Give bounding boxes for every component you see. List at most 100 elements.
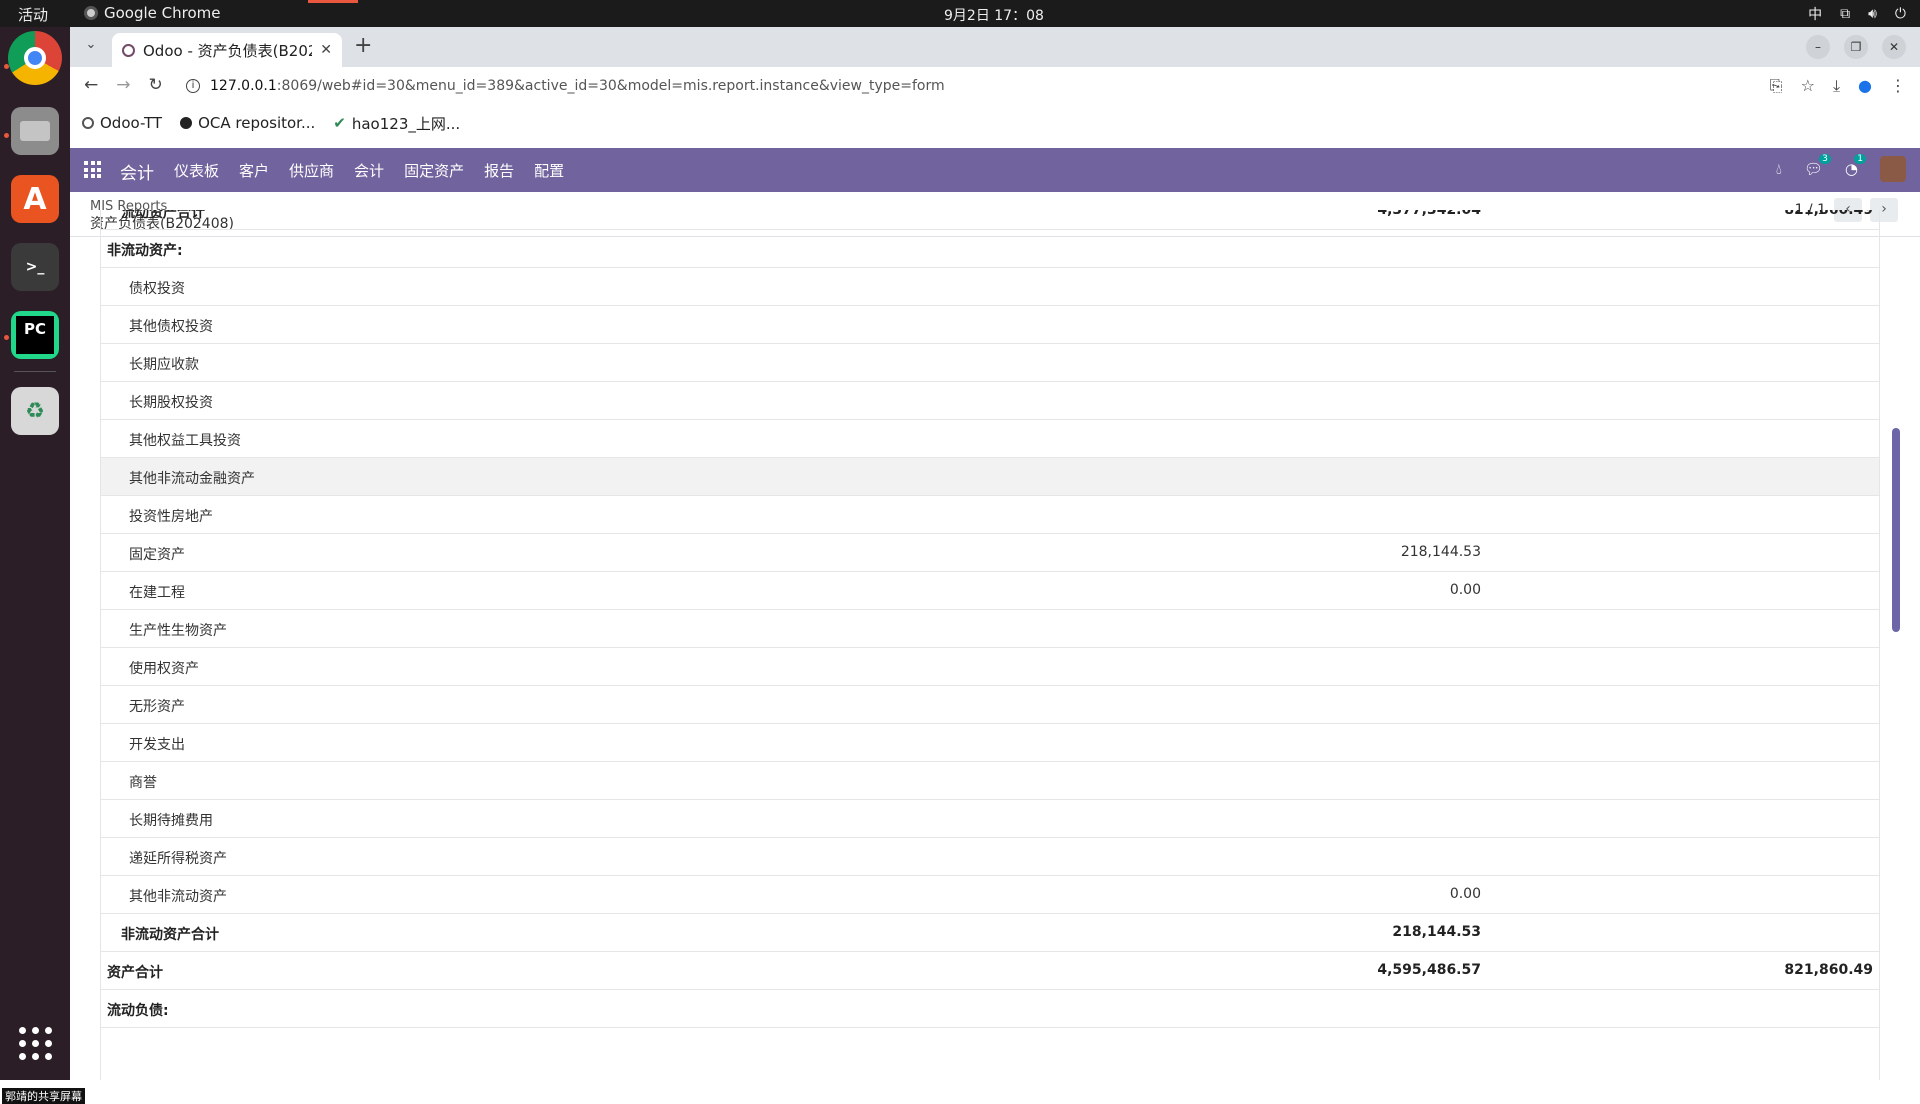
install-app-icon[interactable]: ⎘	[1770, 76, 1783, 96]
report-row[interactable]: 流动负债:	[101, 990, 1879, 1028]
row-label: 商誉	[129, 775, 157, 791]
menu-reporting[interactable]: 报告	[484, 160, 514, 181]
report-row[interactable]: 长期待摊费用	[101, 800, 1879, 838]
report-row[interactable]: 生产性生物资产	[101, 610, 1879, 648]
bookmark-label: OCA repositor...	[198, 114, 316, 132]
value-period-1[interactable]: 0.00	[1450, 886, 1481, 902]
value-period-2[interactable]: 821,860.49	[1784, 210, 1873, 218]
running-indicator	[4, 335, 9, 340]
url-text[interactable]: 127.0.0.1:8069/web#id=30&menu_id=389&act…	[210, 78, 945, 94]
address-bar[interactable]: i 127.0.0.1:8069/web#id=30&menu_id=389&a…	[186, 71, 1766, 101]
report-row[interactable]: 长期股权投资	[101, 382, 1879, 420]
report-row[interactable]: 其他权益工具投资	[101, 420, 1879, 458]
tab-strip: ⌄ Odoo - 资产负债表(B202 ✕ + – ❐ ✕	[70, 27, 1920, 67]
menu-accounting[interactable]: 会计	[354, 160, 384, 181]
menu-fixed-assets[interactable]: 固定资产	[404, 160, 464, 181]
profile-icon[interactable]: ●	[1858, 76, 1872, 96]
network-icon: ⧉	[1840, 6, 1851, 22]
debug-drop-icon[interactable]: 💧︎	[1776, 160, 1782, 178]
bookmark-star-icon[interactable]: ☆	[1801, 76, 1815, 96]
apps-menu-icon[interactable]	[84, 161, 102, 179]
app-center-icon[interactable]: A	[11, 175, 59, 223]
pycharm-icon[interactable]: PC	[11, 311, 59, 359]
menu-vendors[interactable]: 供应商	[289, 160, 334, 181]
report-row[interactable]: 长期应收款	[101, 344, 1879, 382]
value-period-2[interactable]: 821,860.49	[1784, 962, 1873, 978]
report-row[interactable]: 无形资产	[101, 686, 1879, 724]
input-method-indicator[interactable]: 中	[1808, 4, 1822, 24]
site-info-icon[interactable]: i	[186, 79, 200, 93]
close-icon[interactable]: ✕	[1882, 35, 1906, 59]
report-row[interactable]: 开发支出	[101, 724, 1879, 762]
bookmark-hao123[interactable]: ✔ hao123_上网...	[333, 113, 460, 134]
download-icon[interactable]: ⤓	[1833, 76, 1840, 96]
report-row[interactable]: 资产合计 4,595,486.57 821,860.49	[101, 952, 1879, 990]
system-top-bar: 活动 Google Chrome 9月2日 17：08 中 ⧉ 🔊︎ ⏻	[0, 0, 1920, 27]
user-avatar[interactable]	[1880, 156, 1906, 182]
restore-icon[interactable]: ❐	[1844, 35, 1868, 59]
show-apps-button[interactable]	[19, 1027, 52, 1060]
activities-icon[interactable]: ◔ 1	[1845, 154, 1866, 178]
menu-kebab-icon[interactable]: ⋮	[1890, 76, 1906, 96]
system-tray[interactable]: 中 ⧉ 🔊︎ ⏻	[1808, 4, 1906, 24]
menu-configuration[interactable]: 配置	[534, 160, 564, 181]
main-menu: 仪表板 客户 供应商 会计 固定资产 报告 配置	[174, 160, 564, 181]
tab-search-button[interactable]: ⌄	[80, 37, 102, 59]
value-period-1[interactable]: 4,377,342.04	[1377, 210, 1481, 218]
clock[interactable]: 9月2日 17：08	[944, 5, 1044, 25]
report-row[interactable]: 在建工程 0.00	[101, 572, 1879, 610]
messages-icon[interactable]: 💬︎ 3	[1804, 154, 1831, 178]
chrome-icon[interactable]	[8, 31, 62, 85]
report-row[interactable]: 投资性房地产	[101, 496, 1879, 534]
terminal-icon[interactable]: >_	[11, 243, 59, 291]
row-label: 开发支出	[129, 737, 185, 753]
minimize-icon[interactable]: –	[1806, 35, 1830, 59]
menu-customers[interactable]: 客户	[239, 160, 269, 181]
value-period-1[interactable]: 218,144.53	[1401, 544, 1481, 560]
reload-icon[interactable]: ↻	[149, 75, 163, 95]
row-label: 递延所得税资产	[129, 851, 227, 867]
screen-share-label: 郭靖的共享屏幕	[2, 1088, 85, 1104]
odoo-favicon-icon	[82, 117, 94, 129]
scrollbar-thumb[interactable]	[1892, 428, 1900, 632]
value-period-1[interactable]: 218,144.53	[1392, 924, 1481, 940]
trash-icon[interactable]: ♻	[11, 387, 59, 435]
url-path: :8069/web#id=30&menu_id=389&active_id=30…	[276, 78, 945, 94]
focused-app-menu[interactable]: Google Chrome	[84, 4, 221, 22]
app-brand[interactable]: 会计	[120, 159, 154, 184]
files-icon[interactable]	[11, 107, 59, 155]
report-row[interactable]: 其他非流动金融资产	[101, 458, 1879, 496]
report-row[interactable]: 递延所得税资产	[101, 838, 1879, 876]
bookmark-label: Odoo-TT	[100, 114, 163, 132]
report-row[interactable]: 固定资产 218,144.53	[101, 534, 1879, 572]
report-row[interactable]: 债权投资	[101, 268, 1879, 306]
report-row[interactable]: 非流动资产合计 218,144.53	[101, 914, 1879, 952]
value-period-1[interactable]: 4,595,486.57	[1377, 962, 1481, 978]
report-row[interactable]: 商誉	[101, 762, 1879, 800]
row-label: 长期待摊费用	[129, 813, 213, 829]
row-label: 资产合计	[107, 965, 163, 981]
activities-button[interactable]: 活动	[18, 4, 48, 25]
row-label: 非流动资产合计	[121, 927, 219, 943]
value-period-1[interactable]: 0.00	[1450, 582, 1481, 598]
menu-dashboard[interactable]: 仪表板	[174, 160, 219, 181]
bookmark-oca[interactable]: OCA repositor...	[180, 114, 315, 132]
report-row[interactable]: 其他非流动资产 0.00	[101, 876, 1879, 914]
power-icon: ⏻	[1894, 6, 1906, 22]
report-row[interactable]: 流动资产合计 4,377,342.04 821,860.49	[101, 210, 1879, 230]
new-tab-button[interactable]: +	[354, 33, 372, 58]
report-row[interactable]: 使用权资产	[101, 648, 1879, 686]
row-label: 长期应收款	[129, 357, 199, 373]
bookmark-odoo-tt[interactable]: Odoo-TT	[82, 114, 162, 132]
url-host: 127.0.0.1	[210, 78, 277, 94]
back-icon[interactable]: ←	[84, 75, 98, 95]
odoo-navbar: 会计 仪表板 客户 供应商 会计 固定资产 报告 配置 💧︎ 💬︎ 3 ◔ 1	[70, 148, 1920, 192]
report-row[interactable]: 其他债权投资	[101, 306, 1879, 344]
github-icon	[180, 117, 193, 129]
report-row[interactable]: 非流动资产:	[101, 230, 1879, 268]
forward-icon[interactable]: →	[116, 75, 130, 95]
row-label: 其他权益工具投资	[129, 433, 241, 449]
close-tab-icon[interactable]: ✕	[320, 42, 332, 58]
mis-report-table: 流动资产合计 4,377,342.04 821,860.49 非流动资产: 债权投资 其他…	[100, 210, 1880, 1080]
browser-tab[interactable]: Odoo - 资产负债表(B202 ✕	[112, 33, 342, 67]
